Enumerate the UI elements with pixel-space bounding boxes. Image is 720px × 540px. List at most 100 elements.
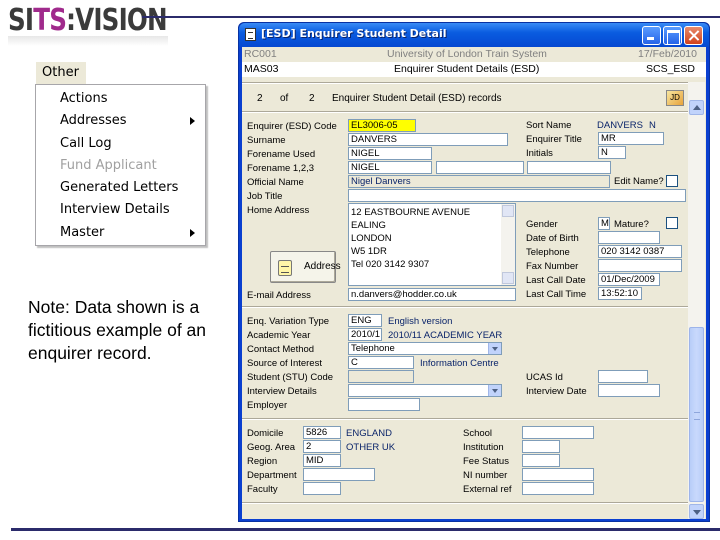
forename2-field[interactable] [436, 161, 524, 174]
home-address-label: Home Address [247, 205, 310, 216]
faculty-field[interactable] [303, 482, 341, 495]
external-ref-field[interactable] [522, 482, 594, 495]
initials-label: Initials [526, 148, 553, 159]
scroll-up-icon[interactable] [689, 100, 704, 115]
fax-field[interactable] [598, 259, 682, 272]
maximize-button[interactable] [663, 26, 682, 45]
divider [242, 111, 688, 113]
title-label: Enquirer Title [526, 134, 582, 145]
domicile-label: Domicile [247, 428, 284, 439]
scroll-thumb[interactable] [689, 327, 704, 502]
fee-status-label: Fee Status [463, 456, 509, 467]
dob-field[interactable] [598, 231, 660, 244]
ucas-id-field[interactable] [598, 370, 648, 383]
source-code-field[interactable]: C [348, 356, 414, 369]
jump-to-icon[interactable]: JD [666, 90, 684, 106]
forename1-field[interactable]: NIGEL [348, 161, 432, 174]
job-title-field[interactable] [348, 189, 686, 202]
region-field[interactable]: MID [303, 454, 341, 467]
fee-status-field[interactable] [522, 454, 560, 467]
region-label: Region [247, 456, 278, 467]
note-text: Note: Data shown is a fictitious example… [28, 297, 207, 363]
address-scrollbar[interactable] [501, 204, 515, 285]
menu-item-actions[interactable]: Actions [36, 88, 205, 110]
scroll-down-icon[interactable] [502, 272, 514, 284]
title-bar[interactable]: [ESD] Enquirer Student Detail [239, 23, 709, 47]
scroll-down-icon[interactable] [689, 504, 704, 519]
institution-field[interactable] [522, 440, 560, 453]
telephone-field[interactable]: 020 3142 0387 [598, 245, 682, 258]
address-button-label: Address [304, 261, 341, 272]
menu-item-call-log[interactable]: Call Log [36, 133, 205, 155]
chevron-down-icon[interactable] [488, 385, 501, 396]
chevron-down-icon[interactable] [488, 343, 501, 354]
interview-date-label: Interview Date [526, 386, 587, 397]
menu-item-master[interactable]: Master [36, 222, 205, 244]
window-client: RC001 University of London Train System … [242, 47, 706, 519]
last-call-date-field[interactable]: 01/Dec/2009 [598, 273, 660, 286]
initials-field[interactable]: N [598, 146, 626, 159]
email-field[interactable]: n.danvers@hodder.co.uk [348, 288, 516, 301]
forename3-field[interactable] [527, 161, 611, 174]
school-label: School [463, 428, 493, 439]
forename-used-field[interactable]: NIGEL [348, 147, 432, 160]
form-scrollbar[interactable] [688, 82, 705, 519]
gender-label: Gender [526, 219, 558, 230]
close-button[interactable] [684, 26, 703, 45]
domicile-desc: ENGLAND [346, 428, 392, 439]
contact-method-label: Contact Method [247, 344, 315, 355]
gender-field[interactable]: M [598, 217, 610, 230]
address-line: EALING [351, 220, 386, 231]
title-field[interactable]: MR [598, 132, 664, 145]
divider [242, 82, 688, 84]
sits-vision-logo: SITS:VISION [8, 3, 168, 38]
esd-code-field[interactable]: EL3006-05 [348, 119, 416, 132]
address-line: Tel 020 3142 9307 [351, 259, 430, 270]
external-ref-label: External ref [463, 484, 512, 495]
variation-desc: English version [388, 316, 453, 327]
contact-method-select[interactable]: Telephone [348, 342, 502, 355]
slide: SITS:VISION Other Actions Addresses Call… [0, 0, 720, 540]
variation-code-field[interactable]: ENG [348, 314, 382, 327]
department-field[interactable] [303, 468, 375, 481]
menu-other[interactable]: Other [36, 62, 86, 84]
employer-label: Employer [247, 400, 288, 411]
record-total: 2 [309, 93, 315, 104]
edit-name-label: Edit Name? [614, 176, 664, 187]
school-field[interactable] [522, 426, 594, 439]
menu-item-fund-applicant: Fund Applicant [60, 157, 157, 173]
academic-year-desc: 2010/11 ACADEMIC YEAR [388, 330, 503, 341]
ni-number-label: NI number [463, 470, 508, 481]
source-desc: Information Centre [420, 358, 499, 369]
mature-checkbox[interactable] [666, 217, 678, 229]
academic-year-field[interactable]: 2010/1 [348, 328, 382, 341]
ni-number-field[interactable] [522, 468, 594, 481]
menu-item-addresses[interactable]: Addresses [36, 110, 205, 132]
official-name-field: Nigel Danvers [348, 175, 610, 188]
minimize-button[interactable] [642, 26, 661, 45]
submenu-arrow-icon [190, 117, 195, 126]
geog-area-field[interactable]: 2 [303, 440, 341, 453]
last-call-time-field[interactable]: 13:52:10 [598, 287, 642, 300]
dob-label: Date of Birth [526, 233, 579, 244]
interview-details-select[interactable] [348, 384, 502, 397]
edit-name-checkbox[interactable] [666, 175, 678, 187]
domicile-field[interactable]: 5826 [303, 426, 341, 439]
geog-area-label: Geog. Area [247, 442, 296, 453]
scroll-up-icon[interactable] [502, 205, 514, 217]
address-line: W5 1DR [351, 246, 387, 257]
employer-field[interactable] [348, 398, 420, 411]
home-address-field[interactable]: 12 EASTBOURNE AVENUE EALING LONDON W5 1D… [348, 203, 516, 286]
interview-date-field[interactable] [598, 384, 660, 397]
other-menu-dropdown: Actions Addresses Call Log Fund Applican… [35, 84, 206, 246]
interview-details-label: Interview Details [247, 386, 317, 397]
telephone-label: Telephone [526, 247, 570, 258]
header-system: University of London Train System [387, 48, 547, 60]
menu-item-interview-details[interactable]: Interview Details [36, 199, 205, 221]
menu-item-generated-letters[interactable]: Generated Letters [36, 177, 205, 199]
official-name-label: Official Name [247, 177, 304, 188]
email-label: E-mail Address [247, 290, 311, 301]
address-line: LONDON [351, 233, 392, 244]
address-button[interactable]: Address [270, 251, 341, 283]
surname-field[interactable]: DANVERS [348, 133, 508, 146]
